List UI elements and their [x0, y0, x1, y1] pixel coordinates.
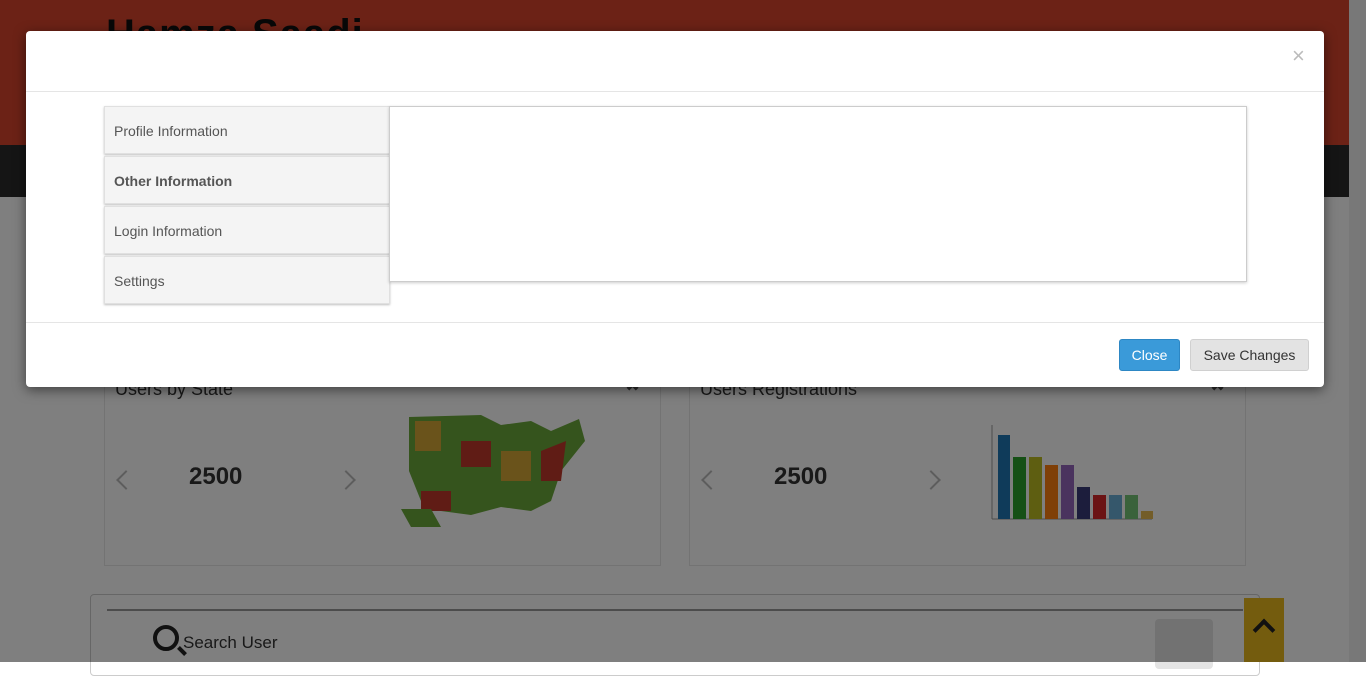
modal-footer: Close Save Changes	[26, 322, 1324, 388]
tab-login-information[interactable]: Login Information	[104, 206, 392, 254]
tab-settings[interactable]: Settings	[104, 256, 390, 304]
tab-profile-information[interactable]: Profile Information	[104, 106, 390, 154]
user-modal: × Profile Information Other Information …	[26, 31, 1324, 387]
tab-content-area	[389, 106, 1247, 282]
vertical-tabs: Profile Information Other Information Lo…	[104, 106, 392, 306]
tab-label: Login Information	[114, 223, 223, 239]
save-changes-button[interactable]: Save Changes	[1190, 339, 1309, 371]
modal-close-icon[interactable]: ×	[1292, 43, 1305, 69]
close-button[interactable]: Close	[1119, 339, 1180, 371]
tab-other-information[interactable]: Other Information	[104, 156, 390, 204]
modal-header: ×	[26, 31, 1324, 92]
